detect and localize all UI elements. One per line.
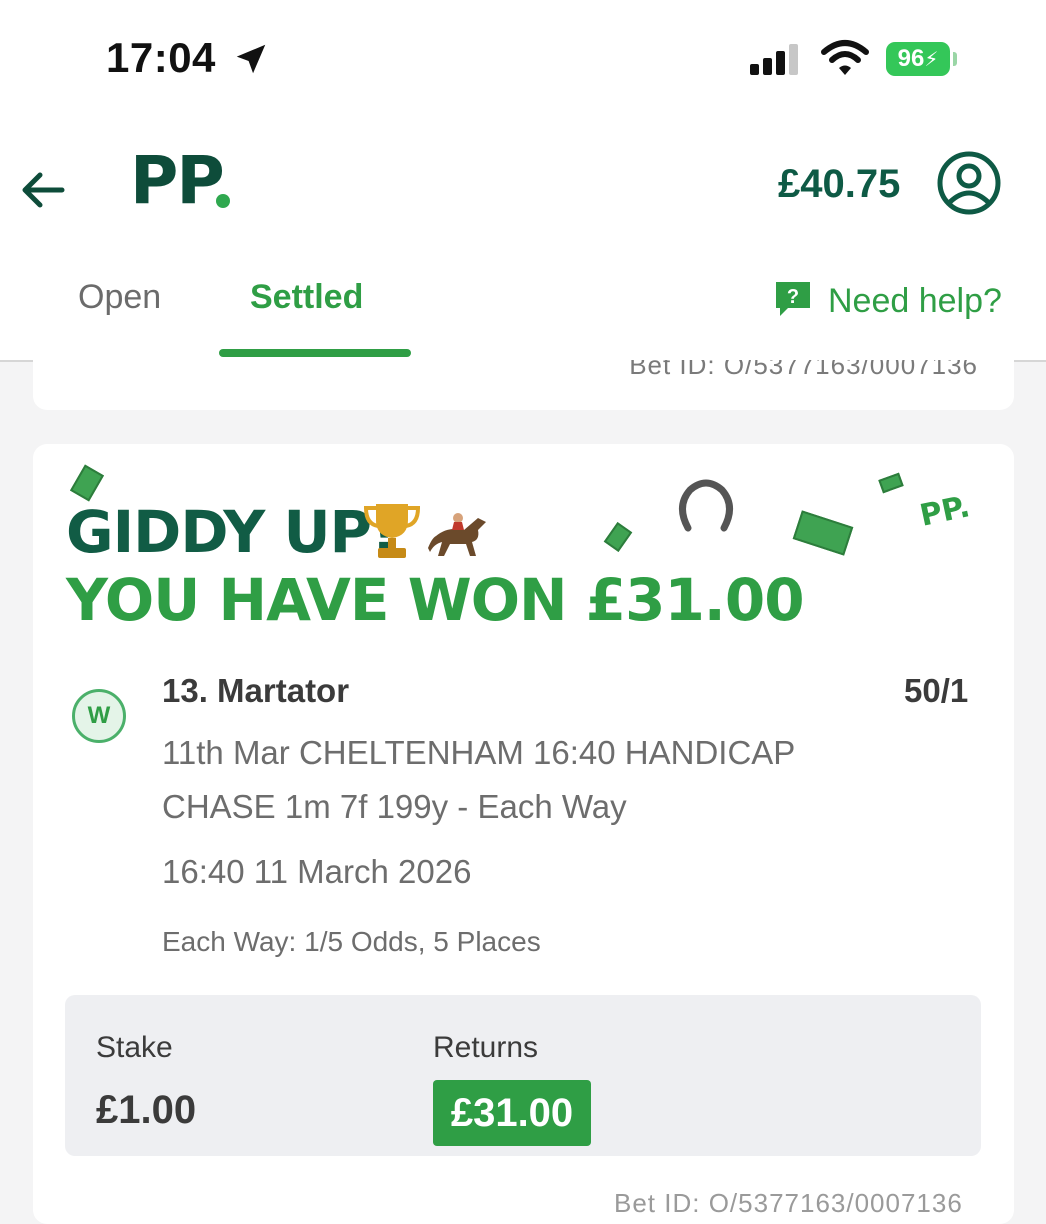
tab-settled[interactable]: Settled <box>250 278 363 317</box>
event-datetime: 16:40 11 March 2026 <box>162 853 472 890</box>
back-arrow-icon[interactable] <box>18 165 68 220</box>
event-description: 11th Mar CHELTENHAM 16:40 HANDICAP CHASE… <box>162 734 795 825</box>
horseshoe-icon <box>674 476 738 541</box>
win-banner-title: GIDDY UP! <box>66 498 398 566</box>
stake-label: Stake <box>96 1031 173 1064</box>
selection-odds: 50/1 <box>904 672 969 709</box>
battery-nub <box>953 52 957 66</box>
selection-name: 13. Martator <box>162 672 350 709</box>
previous-bet-card: Bet ID: O/5377163/0007136 <box>33 360 1014 410</box>
status-time: 17:04 <box>106 34 216 81</box>
location-arrow-icon <box>232 40 270 83</box>
win-result-badge: W <box>72 689 126 743</box>
need-help-link[interactable]: ? Need help? <box>772 278 1002 325</box>
signal-icon <box>748 42 802 81</box>
horse-racing-icon <box>428 508 490 565</box>
question-bubble-icon: ? <box>772 278 814 325</box>
previous-bet-id: Bet ID: O/5377163/0007136 <box>629 360 978 380</box>
battery-level: 96 <box>897 45 925 72</box>
returns-value: £31.00 <box>450 1090 574 1135</box>
tab-open[interactable]: Open <box>78 278 161 317</box>
bet-id: Bet ID: O/5377163/0007136 <box>614 1188 963 1218</box>
account-icon[interactable] <box>936 150 1002 221</box>
brand-logo[interactable]: PP <box>130 142 225 219</box>
trophy-icon <box>362 500 422 567</box>
account-balance[interactable]: £40.75 <box>778 162 900 207</box>
stake-value: £1.00 <box>96 1088 197 1132</box>
returns-label: Returns <box>433 1031 539 1064</box>
brand-logo-dot <box>216 194 230 208</box>
each-way-terms: Each Way: 1/5 Odds, 5 Places <box>162 926 541 957</box>
battery-icon: 96 ⚡ <box>886 42 950 76</box>
active-tab-indicator <box>219 349 411 357</box>
returns-badge: £31.00 <box>433 1080 591 1146</box>
need-help-label: Need help? <box>828 282 1002 320</box>
wifi-icon <box>820 38 870 83</box>
win-amount-banner: YOU HAVE WON £31.00 <box>66 566 805 634</box>
svg-text:?: ? <box>787 286 799 308</box>
